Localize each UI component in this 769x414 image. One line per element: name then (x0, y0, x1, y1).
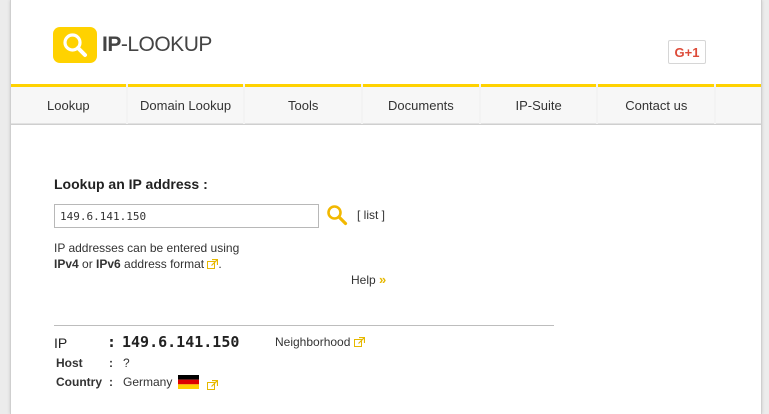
neighborhood-link[interactable]: Neighborhood (275, 335, 365, 350)
result-ip-label: IP (54, 335, 68, 351)
nav-item-tools[interactable]: Tools (245, 84, 362, 124)
nav-item-ip-suite[interactable]: IP-Suite (480, 84, 597, 124)
page-frame: IP-LOOKUP G+1 Lookup Domain Lookup Tools… (10, 0, 762, 414)
format-help-text: IP addresses can be entered using IPv4 o… (54, 241, 240, 273)
country-value: Germany (123, 375, 173, 389)
host-label: Host (56, 356, 83, 370)
nav-item-documents[interactable]: Documents (363, 84, 479, 124)
ip-address-input[interactable] (54, 204, 319, 228)
host-colon: : (109, 356, 113, 370)
site-logo[interactable]: IP-LOOKUP (53, 27, 212, 63)
result-divider (54, 325, 554, 326)
logo-magnifier-icon (53, 27, 97, 63)
result-ip-value: 149.6.141.150 (122, 333, 240, 351)
nav-item-contact-us[interactable]: Contact us (598, 84, 715, 124)
nav-item-lookup[interactable]: Lookup (11, 84, 126, 124)
help-link[interactable]: Help » (351, 272, 386, 287)
logo-text: IP-LOOKUP (102, 33, 212, 56)
nav-item-domain-lookup[interactable]: Domain Lookup (127, 84, 244, 124)
external-link-icon[interactable] (207, 377, 219, 395)
lookup-title: Lookup an IP address : (54, 176, 208, 192)
host-value: ? (123, 356, 130, 370)
double-chevron-right-icon: » (379, 272, 387, 287)
external-link-icon (353, 336, 365, 350)
main-nav: Lookup Domain Lookup Tools Documents IP-… (11, 84, 761, 125)
search-icon[interactable] (326, 204, 348, 226)
result-ip-colon: : (107, 333, 117, 351)
nav-item-more (716, 84, 761, 124)
list-link[interactable]: [ list ] (357, 208, 385, 222)
ipv6-link[interactable]: IPv6 (96, 257, 121, 271)
ipv4-link[interactable]: IPv4 (54, 257, 79, 271)
country-label: Country (56, 375, 102, 389)
external-link-icon[interactable] (207, 257, 219, 273)
google-plus-button[interactable]: G+1 (668, 40, 706, 64)
country-colon: : (109, 375, 113, 389)
germany-flag-icon (178, 375, 199, 389)
